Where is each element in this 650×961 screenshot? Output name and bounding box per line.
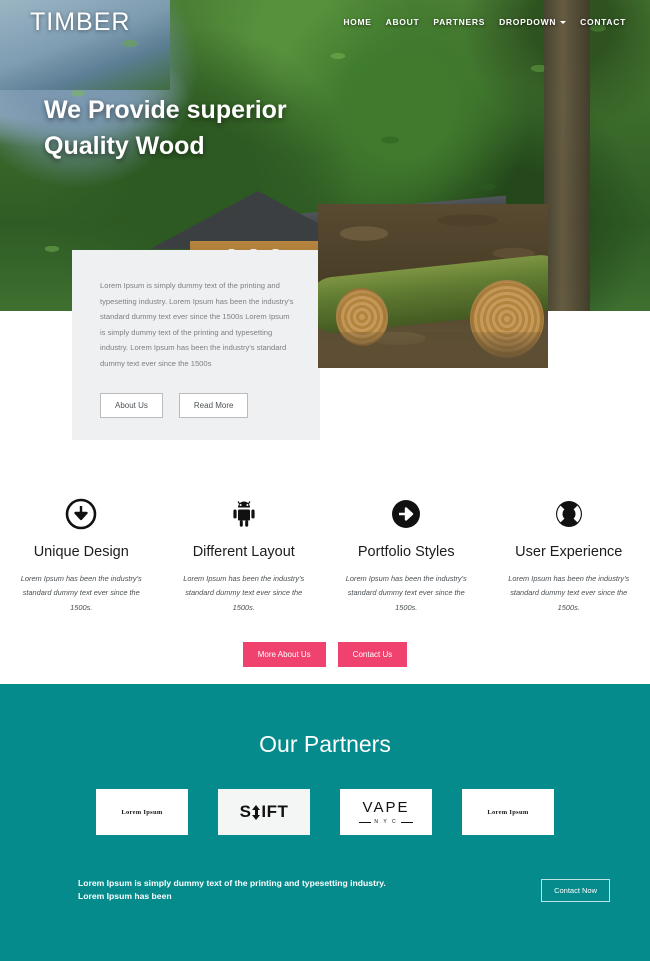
cta-button-row: More About Us Contact Us (0, 642, 650, 667)
chevron-down-icon (560, 20, 567, 24)
nav-item-partners[interactable]: PARTNERS (433, 17, 485, 27)
partners-section: Our Partners Lorem Ipsum S IFT VAPE N Y … (0, 684, 650, 961)
nav-item-dropdown[interactable]: DROPDOWN (499, 17, 567, 27)
partner-logo-shift[interactable]: S IFT (218, 789, 310, 835)
nav-label: ABOUT (385, 17, 420, 27)
feature-title: Unique Design (33, 544, 129, 560)
partner-logo-text: VAPE N Y C (359, 799, 413, 825)
partner-logo-vape-nyc[interactable]: VAPE N Y C (340, 789, 432, 835)
partner-logo-lorem-ipsum[interactable]: Lorem Ipsum (96, 789, 188, 835)
vape-sub-text: N Y C (359, 819, 413, 825)
site-logo[interactable]: TIMBER (30, 8, 130, 37)
feature-description: Lorem Ipsum has been the industry's stan… (345, 574, 467, 612)
nav-label: HOME (343, 17, 372, 27)
feature-title: Portfolio Styles (357, 544, 455, 560)
footer-line1: Lorem Ipsum is simply dummy text of the … (78, 878, 386, 888)
read-more-button[interactable]: Read More (178, 393, 249, 419)
partner-logo-text: Lorem Ipsum (121, 808, 163, 816)
shift-text-right: IFT (261, 802, 289, 821)
main-nav: HOME ABOUT PARTNERS DROPDOWN CONTACT (343, 17, 626, 27)
feature-different-layout: Different Layout Lorem Ipsum has been th… (163, 492, 326, 615)
feature-unique-design: Unique Design Lorem Ipsum has been the i… (0, 492, 163, 615)
rule-left (359, 821, 372, 823)
nav-item-contact[interactable]: CONTACT (580, 17, 626, 27)
rule-right (400, 821, 413, 823)
android-icon (177, 492, 312, 536)
partners-footer: Lorem Ipsum is simply dummy text of the … (0, 877, 650, 904)
footer-line2: Lorem Ipsum has been (78, 891, 172, 902)
feature-description: Lorem Ipsum has been the industry's stan… (20, 574, 142, 612)
shift-text-left: S (239, 802, 252, 821)
intro-card: Lorem Ipsum is simply dummy text of the … (72, 250, 320, 440)
partner-logo-lorem-ipsum-2[interactable]: Lorem Ipsum (462, 789, 554, 835)
features-section: Unique Design Lorem Ipsum has been the i… (0, 492, 650, 615)
feature-user-experience: User Experience Lorem Ipsum has been the… (488, 492, 650, 615)
more-about-us-button[interactable]: More About Us (242, 642, 326, 667)
vape-main-text: VAPE (362, 799, 410, 816)
intro-paragraph: Lorem Ipsum is simply dummy text of the … (100, 281, 294, 368)
feature-description: Lorem Ipsum has been the industry's stan… (183, 574, 305, 612)
partners-heading: Our Partners (259, 731, 391, 757)
partners-footer-text: Lorem Ipsum is simply dummy text of the … (78, 877, 386, 904)
nav-label: DROPDOWN (499, 17, 557, 27)
feature-description: Lorem Ipsum has been the industry's stan… (508, 574, 630, 612)
intro-card-buttons: About Us Read More (100, 393, 296, 419)
partner-logo-text: S IFT (240, 802, 289, 822)
partner-logo-row: Lorem Ipsum S IFT VAPE N Y C Lorem Ipsum (0, 789, 650, 835)
nav-label: CONTACT (580, 17, 626, 27)
lifebuoy-support-icon (502, 492, 637, 536)
arrow-right-circle-icon (339, 492, 474, 536)
feature-portfolio-styles: Portfolio Styles Lorem Ipsum has been th… (325, 492, 488, 615)
feature-title: Different Layout (192, 544, 295, 560)
hero-heading-line2: Quality Wood (44, 132, 205, 161)
nav-label: PARTNERS (433, 17, 486, 27)
feature-title: User Experience (515, 544, 623, 560)
nav-item-about[interactable]: ABOUT (386, 17, 420, 27)
logs-photo (318, 204, 548, 368)
top-navigation-bar: TIMBER HOME ABOUT PARTNERS DROPDOWN CONT… (0, 0, 650, 44)
up-down-arrow-icon (252, 804, 261, 820)
vape-sub-label: N Y C (374, 819, 398, 825)
about-us-button[interactable]: About Us (100, 393, 163, 419)
hero-heading-line1: We Provide superior (44, 96, 287, 124)
partner-logo-text: Lorem Ipsum (487, 808, 529, 816)
contact-now-button[interactable]: Contact Now (541, 878, 610, 902)
contact-us-button[interactable]: Contact Us (337, 642, 408, 667)
hero-heading: We Provide superior Quality Wood (44, 92, 287, 165)
arrow-down-circle-icon (14, 492, 149, 536)
nav-item-home[interactable]: HOME (343, 17, 371, 27)
